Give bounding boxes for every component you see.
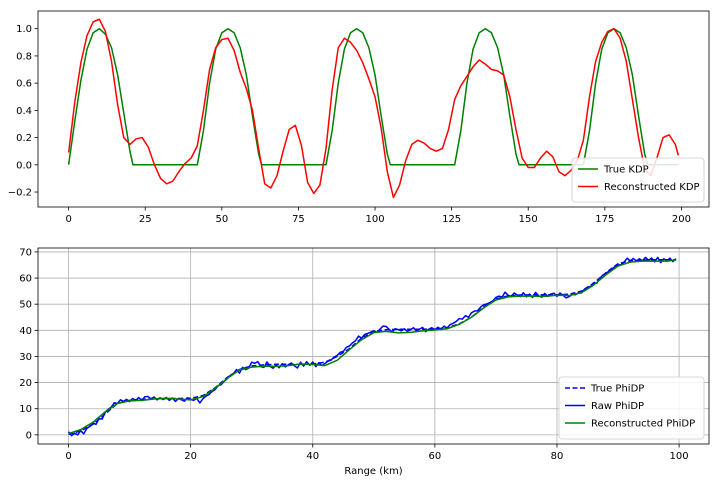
x-tick-label: 40 (306, 451, 319, 462)
x-tick-label: 100 (670, 451, 689, 462)
chart-kdp: 0 25 50 75 100 125 150 175 200 −0.2 0.0 0.2 0.4 0.6 0.… (8, 10, 710, 225)
y-tick-label: 70 (19, 247, 32, 258)
x-tick-label: 0 (65, 214, 71, 225)
x-tick-label: 125 (442, 214, 461, 225)
x-tick-label: 100 (365, 214, 384, 225)
y-tick-label: 40 (19, 326, 32, 337)
legend: True KDP Reconstructed KDP (571, 157, 705, 203)
legend-label: Reconstructed PhiDP (591, 419, 695, 430)
y-tick-label: 30 (19, 352, 32, 363)
y-tick-label: 0.4 (16, 106, 32, 117)
figure: 0 25 50 75 100 125 150 175 200−0.20.00.20.40.60.… (8, 10, 710, 477)
y-tick-label: −0.2 (8, 188, 32, 199)
y-tick-label: 0.2 (16, 133, 32, 144)
legend-label: True PhiDP (590, 384, 644, 395)
y-tick-label: 0.8 (16, 51, 32, 62)
chart-phidp: 0 20 40 60 80 100 0 10 20 30 40 50 60 70 Range (km) Tru… (19, 247, 710, 477)
x-tick-label: 200 (672, 214, 691, 225)
x-tick-label: 175 (595, 214, 614, 225)
x-tick-label: 0 (65, 451, 71, 462)
y-tick-label: 0 (26, 430, 32, 441)
y-tick-label: 1.0 (16, 24, 32, 35)
x-tick-label: 50 (215, 214, 228, 225)
x-tick-label: 150 (519, 214, 538, 225)
legend-label: Raw PhiDP (591, 401, 644, 412)
x-tick-label: 25 (139, 214, 152, 225)
y-tick-label: 20 (19, 378, 32, 389)
legend: True PhiDP Raw PhiDP Reconstructed PhiDP (558, 376, 705, 440)
x-tick-label: 75 (292, 214, 305, 225)
legend-label: Reconstructed KDP (604, 182, 700, 193)
x-axis-label: Range (km) (344, 466, 402, 477)
x-tick-label: 80 (551, 451, 564, 462)
y-tick-label: 50 (19, 300, 32, 311)
y-tick-label: 0.0 (16, 160, 32, 171)
y-tick-label: 10 (19, 404, 32, 415)
x-tick-label: 60 (428, 451, 441, 462)
y-tick-label: 60 (19, 274, 32, 285)
series-line-true-kdp (67, 27, 679, 166)
y-tick-label: 0.6 (16, 79, 32, 90)
x-tick-label: 20 (184, 451, 197, 462)
legend-label: True KDP (603, 165, 649, 176)
